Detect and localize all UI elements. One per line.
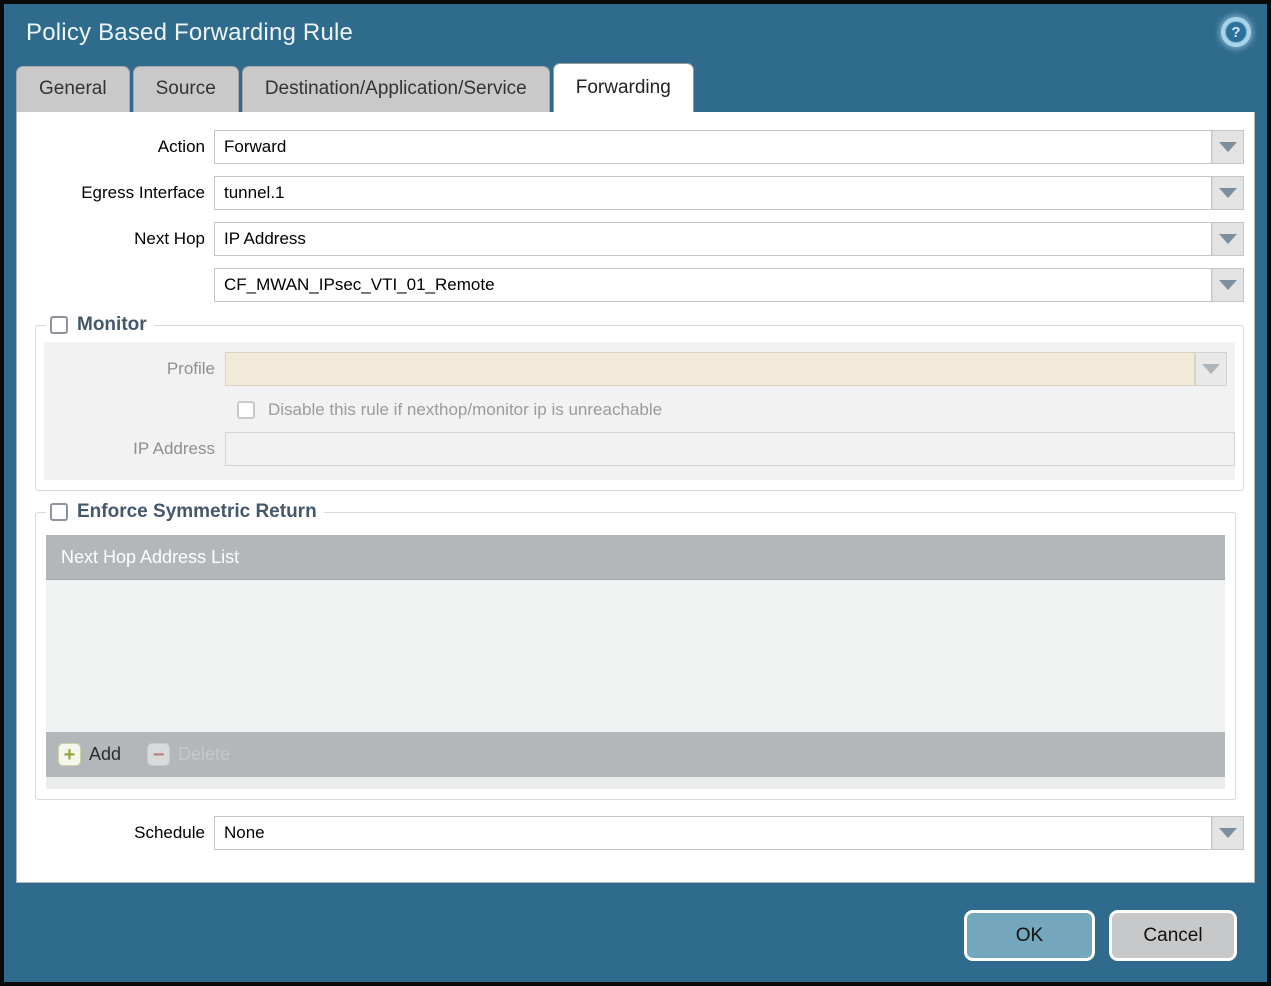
- egress-interface-dropdown-button[interactable]: [1212, 176, 1244, 210]
- egress-interface-combo: [214, 176, 1244, 210]
- profile-label: Profile: [166, 359, 215, 378]
- add-button-label: Add: [89, 744, 122, 764]
- help-icon-glyph: ?: [1225, 21, 1247, 43]
- dialog-titlebar: Policy Based Forwarding Rule ?: [4, 4, 1267, 62]
- tab-destination-application-service[interactable]: Destination/Application/Service: [241, 66, 550, 112]
- schedule-combo: [214, 816, 1244, 850]
- dialog-footer: OK Cancel: [4, 883, 1267, 982]
- cancel-button[interactable]: Cancel: [1109, 910, 1237, 961]
- monitor-ip-address-input: [225, 432, 1235, 466]
- profile-dropdown-button: [1195, 352, 1227, 386]
- action-combo: [214, 130, 1244, 164]
- symmetric-return-fieldset: Enforce Symmetric Return Next Hop Addres…: [35, 501, 1236, 800]
- next-hop-address-row: [17, 268, 1254, 302]
- monitor-ip-address-row: IP Address: [44, 432, 1235, 466]
- monitor-legend-label: Monitor: [77, 314, 147, 335]
- schedule-dropdown-button[interactable]: [1212, 816, 1244, 850]
- table-header: Next Hop Address List: [46, 535, 1225, 580]
- symmetric-return-checkbox[interactable]: [50, 503, 68, 521]
- disable-rule-row: Disable this rule if nexthop/monitor ip …: [237, 400, 1235, 420]
- monitor-legend: Monitor: [46, 314, 154, 336]
- policy-based-forwarding-dialog: Policy Based Forwarding Rule ? General S…: [0, 0, 1271, 986]
- schedule-input[interactable]: [214, 816, 1212, 850]
- help-icon[interactable]: ?: [1221, 17, 1251, 47]
- tab-strip: General Source Destination/Application/S…: [4, 62, 1267, 112]
- chevron-down-icon: [1219, 280, 1237, 290]
- disable-rule-checkbox: [237, 401, 255, 419]
- monitor-ip-address-label: IP Address: [133, 439, 215, 458]
- profile-input: [225, 352, 1195, 386]
- symmetric-return-legend-label: Enforce Symmetric Return: [77, 501, 317, 522]
- action-label: Action: [157, 137, 205, 156]
- table-body[interactable]: [46, 580, 1225, 732]
- profile-row: Profile: [44, 352, 1235, 386]
- chevron-down-icon: [1202, 364, 1220, 374]
- delete-icon: −: [147, 743, 171, 766]
- chevron-down-icon: [1219, 828, 1237, 838]
- next-hop-address-dropdown-button[interactable]: [1212, 268, 1244, 302]
- chevron-down-icon: [1219, 234, 1237, 244]
- profile-combo: [225, 352, 1227, 386]
- ok-button[interactable]: OK: [964, 910, 1095, 961]
- next-hop-combo: [214, 222, 1244, 256]
- next-hop-address-spacer: [17, 268, 214, 302]
- tab-source[interactable]: Source: [132, 66, 239, 112]
- action-input[interactable]: [214, 130, 1212, 164]
- table-understrip: [46, 777, 1225, 789]
- add-button[interactable]: + Add: [58, 743, 121, 766]
- next-hop-address-combo: [214, 268, 1244, 302]
- forwarding-tab-panel: Action Egress Interface Next Hop: [16, 112, 1255, 883]
- next-hop-address-input[interactable]: [214, 268, 1212, 302]
- table-footer: + Add − Delete: [46, 732, 1225, 777]
- monitor-fieldset: Monitor Profile Disable this rule if nex…: [35, 314, 1244, 491]
- add-icon: +: [58, 743, 81, 766]
- next-hop-type-input[interactable]: [214, 222, 1212, 256]
- action-dropdown-button[interactable]: [1212, 130, 1244, 164]
- egress-interface-label: Egress Interface: [81, 183, 205, 202]
- dialog-title: Policy Based Forwarding Rule: [26, 19, 354, 46]
- tab-forwarding[interactable]: Forwarding: [552, 63, 694, 112]
- chevron-down-icon: [1219, 142, 1237, 152]
- egress-interface-row: Egress Interface: [17, 176, 1254, 210]
- table-header-label: Next Hop Address List: [61, 546, 240, 567]
- schedule-row: Schedule: [17, 816, 1254, 850]
- egress-interface-input[interactable]: [214, 176, 1212, 210]
- schedule-label: Schedule: [134, 823, 205, 842]
- monitor-checkbox[interactable]: [50, 316, 68, 334]
- next-hop-label: Next Hop: [134, 229, 205, 248]
- chevron-down-icon: [1219, 188, 1237, 198]
- symmetric-return-legend: Enforce Symmetric Return: [46, 501, 324, 523]
- next-hop-row: Next Hop: [17, 222, 1254, 256]
- next-hop-dropdown-button[interactable]: [1212, 222, 1244, 256]
- tab-general[interactable]: General: [16, 66, 130, 112]
- action-row: Action: [17, 130, 1254, 164]
- disable-rule-label: Disable this rule if nexthop/monitor ip …: [268, 400, 663, 419]
- delete-button: − Delete: [147, 743, 230, 766]
- next-hop-address-list-table: Next Hop Address List + Add − Delete: [46, 535, 1225, 789]
- delete-button-label: Delete: [178, 744, 231, 764]
- monitor-panel: Profile Disable this rule if nexthop/mon…: [44, 342, 1235, 480]
